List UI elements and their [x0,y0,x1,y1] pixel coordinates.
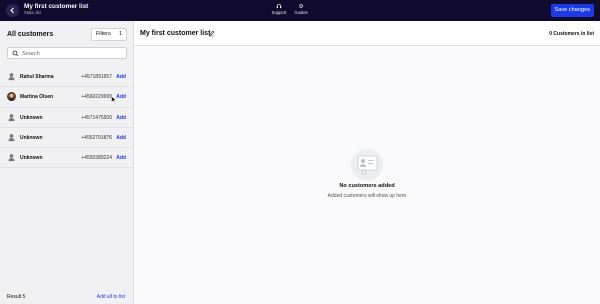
back-button[interactable] [6,4,19,17]
result-count: Result 5 [7,294,26,300]
customer-sidebar: All customers Filters 1 Rahul Sharma +45… [0,21,134,304]
customer-name: Unknown [20,114,43,121]
person-icon [7,133,16,142]
photo-avatar [7,92,16,102]
support-link[interactable]: Support [269,3,289,15]
filters-count-badge: 1 [119,31,122,37]
customer-phone: +4552791876 [81,134,112,141]
support-label: Support [271,10,287,15]
chevron-left-icon [10,7,14,14]
person-icon [7,153,16,162]
filters-button[interactable]: Filters 1 [91,28,127,41]
customer-name: Rahul Sharma [20,74,54,80]
customer-list: Rahul Sharma +4571891657 Add Martina Ols… [0,67,133,169]
search-icon [12,50,19,57]
customer-phone: +4571891657 [81,74,112,80]
guides-link[interactable]: Guides [291,3,311,15]
list-item[interactable]: Rahul Sharma +4571891657 Add [0,67,133,88]
customer-name: Unknown [20,155,43,162]
mouse-cursor-icon [111,96,117,103]
list-item[interactable]: Unknown +4552791876 Add [0,128,133,149]
add-customer-button[interactable]: Add [116,74,126,80]
sidebar-heading: All customers [7,31,54,38]
list-item[interactable]: Unknown +4571475500 Add [0,108,133,128]
empty-state-subtitle: Added customers will show up here [327,193,407,199]
person-icon [7,113,16,122]
headset-icon [276,3,282,9]
add-customer-button[interactable]: Add [116,94,126,100]
customer-phone: +4571475500 [81,114,112,121]
filters-label: Filters [96,31,111,37]
page-title: My first customer list [24,3,89,10]
add-all-button[interactable]: Add all to list [97,294,125,300]
save-changes-button[interactable]: Save changes [550,4,594,17]
guides-label: Guides [294,10,308,15]
customer-phone: +4560229699 [81,94,112,101]
customer-name: Martina Olsen [20,94,54,101]
list-item[interactable]: Unknown +4550389224 Add [0,148,133,169]
list-title-block: My first customer list Static list [24,3,88,16]
gear-icon [298,3,304,9]
pencil-icon[interactable] [208,30,215,37]
empty-state-title: No customers added [339,183,395,189]
customer-phone: +4550389224 [81,155,112,162]
page-subtitle: Static list [24,10,41,15]
add-customer-button[interactable]: Add [116,155,126,161]
top-bar: My first customer list Static list Suppo… [0,0,600,21]
search-input[interactable] [22,49,122,58]
add-customer-button[interactable]: Add [116,115,126,121]
list-header: My first customer list 0 Customers in li… [134,21,600,46]
customer-name: Unknown [20,134,43,141]
person-icon [7,72,16,81]
empty-list-icon [351,149,383,181]
add-customer-button[interactable]: Add [116,135,126,141]
search-box[interactable] [7,47,127,59]
main-panel: My first customer list 0 Customers in li… [134,21,600,304]
list-title: My first customer list [140,30,211,37]
customers-count: 0 Customers in list [549,31,594,37]
